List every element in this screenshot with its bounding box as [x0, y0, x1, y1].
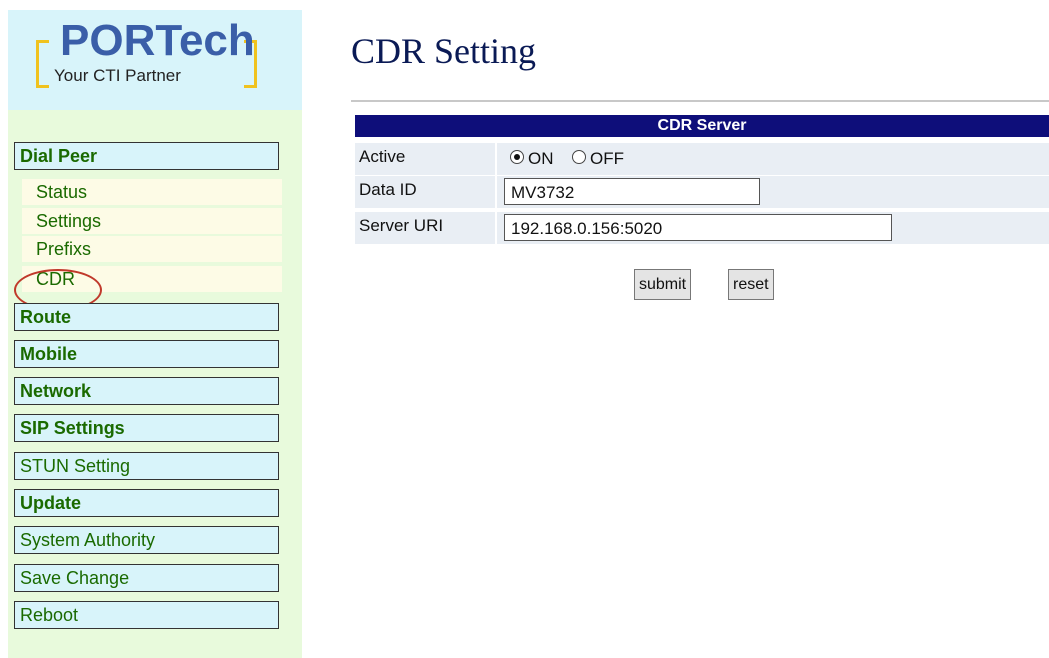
sidebar-item-system-authority[interactable]: System Authority [14, 526, 279, 554]
logo-text: PORTech [60, 16, 255, 65]
cdr-server-header: CDR Server [355, 115, 1049, 137]
reset-button[interactable]: reset [728, 269, 774, 300]
sidebar-item-reboot[interactable]: Reboot [14, 601, 279, 629]
active-label: Active [359, 147, 406, 166]
title-divider [351, 100, 1049, 102]
data-id-label: Data ID [359, 180, 417, 199]
row-separator [495, 176, 497, 208]
server-uri-label: Server URI [359, 216, 444, 235]
sidebar-item-route[interactable]: Route [14, 303, 279, 331]
data-id-input[interactable]: MV3732 [504, 178, 760, 205]
active-on-label: ON [528, 149, 554, 168]
sidebar-item-update[interactable]: Update [14, 489, 279, 517]
server-uri-input[interactable]: 192.168.0.156:5020 [504, 214, 892, 241]
sidebar-item-network[interactable]: Network [14, 377, 279, 405]
server-uri-row: Server URI 192.168.0.156:5020 [355, 212, 1049, 244]
sidebar-item-save-change[interactable]: Save Change [14, 564, 279, 592]
row-separator [495, 212, 497, 244]
logo: PORTech Your CTI Partner [8, 10, 302, 110]
sidebar-item-sip-settings[interactable]: SIP Settings [14, 414, 279, 442]
active-off-radio[interactable] [572, 150, 586, 164]
sidebar-item-status[interactable]: Status [22, 179, 282, 205]
logo-bracket-left [36, 40, 49, 88]
sidebar-item-dial-peer[interactable]: Dial Peer [14, 142, 279, 170]
sidebar: PORTech Your CTI Partner Dial Peer Statu… [8, 10, 302, 658]
sidebar-item-mobile[interactable]: Mobile [14, 340, 279, 368]
sidebar-item-stun-setting[interactable]: STUN Setting [14, 452, 279, 480]
sidebar-item-settings[interactable]: Settings [22, 208, 282, 234]
active-on-radio[interactable] [510, 150, 524, 164]
page-title: CDR Setting [351, 31, 537, 71]
submit-button[interactable]: submit [634, 269, 692, 300]
logo-tagline: Your CTI Partner [54, 66, 181, 85]
active-row: Active ON OFF [355, 143, 1049, 175]
data-id-row: Data ID MV3732 [355, 176, 1049, 208]
sidebar-item-prefixs[interactable]: Prefixs [22, 236, 282, 262]
row-separator [495, 143, 497, 175]
active-off-label: OFF [590, 149, 624, 168]
